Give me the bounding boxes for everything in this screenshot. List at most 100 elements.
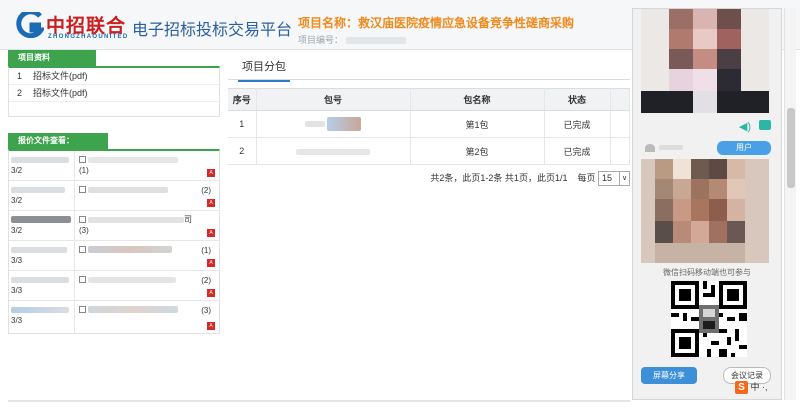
pixel-block xyxy=(655,179,673,199)
packages-table: 序号 包号 包名称 状态 1 第1包 已完成 2 第2包 已完成 xyxy=(228,88,630,165)
pixel-block xyxy=(693,69,717,91)
redacted-value xyxy=(88,306,178,314)
pdf-icon[interactable]: A xyxy=(207,169,215,177)
pixel-block xyxy=(709,159,727,179)
quote-file-cell[interactable]: (2) A xyxy=(75,271,219,300)
row-empty xyxy=(610,110,630,138)
pixel-block xyxy=(717,49,741,69)
quote-file-cell[interactable]: 司 (3) A xyxy=(75,211,219,240)
pixel-block xyxy=(717,29,741,49)
bidder-ratio: 3/3 xyxy=(11,286,23,295)
bidder-cell: 3/3 xyxy=(9,271,75,300)
pdf-icon[interactable]: A xyxy=(207,322,215,330)
redacted-value xyxy=(11,246,67,253)
bidder-ratio: 3/2 xyxy=(11,166,23,175)
pixel-block xyxy=(693,49,717,69)
pixel-block xyxy=(709,221,727,243)
project-docs-list: 1 招标文件(pdf) 2 招标文件(pdf) xyxy=(8,66,220,117)
quote-file-count: (2) xyxy=(201,276,211,285)
table-row[interactable]: 2 第2包 已完成 xyxy=(228,137,630,165)
pixel-block xyxy=(691,199,709,221)
pdf-icon[interactable]: A xyxy=(207,259,215,267)
user-button[interactable]: 用户 xyxy=(717,141,771,155)
qr-code xyxy=(671,281,747,357)
logo-subtext: ZHONGZHAOUNITED xyxy=(48,34,129,40)
project-number: 项目编号： xyxy=(298,33,406,46)
quote-files-table: 3/2 (1) A 3/2 (2) A 3/2 司 (3) A 3/3 (1) … xyxy=(8,149,220,334)
pixel-block xyxy=(691,159,709,179)
pixel-block xyxy=(727,221,745,243)
pixel-block xyxy=(709,199,727,221)
pdf-icon[interactable]: A xyxy=(207,199,215,207)
quote-file-cell[interactable]: (1) A xyxy=(75,241,219,270)
ime-mode: 中 ·, xyxy=(750,382,768,392)
pixel-block xyxy=(669,49,693,69)
pixel-block xyxy=(655,199,673,221)
tab-project-packages[interactable]: 项目分包 xyxy=(238,58,290,82)
doc-list-spacer xyxy=(9,102,219,116)
quote-row: 3/2 司 (3) A xyxy=(9,211,219,241)
pixel-block xyxy=(655,221,673,243)
row-package-name: 第2包 xyxy=(410,137,545,165)
quote-row: 3/3 (1) A xyxy=(9,241,219,271)
column-header: 包名称 xyxy=(410,88,545,111)
row-index: 2 xyxy=(228,137,257,165)
camera-icon[interactable] xyxy=(759,120,771,130)
doc-item-link[interactable]: 招标文件(pdf) xyxy=(33,88,88,98)
pixel-block xyxy=(693,29,717,49)
pixel-block xyxy=(727,179,745,199)
pixel-block xyxy=(669,69,693,91)
doc-item[interactable]: 1 招标文件(pdf) xyxy=(9,68,219,85)
scrollbar[interactable] xyxy=(784,8,796,400)
quote-file-cell[interactable]: (2) A xyxy=(75,181,219,210)
redacted-value xyxy=(88,186,168,193)
user-icon xyxy=(645,144,655,152)
doc-item-link[interactable]: 招标文件(pdf) xyxy=(33,71,88,81)
row-package-no xyxy=(256,137,411,165)
scrollbar-thumb[interactable] xyxy=(787,108,795,188)
pixel-block xyxy=(669,9,693,29)
bidder-cell: 3/3 xyxy=(9,241,75,270)
pixel-block xyxy=(727,199,745,221)
pdf-icon[interactable]: A xyxy=(207,229,215,237)
doc-item-num: 2 xyxy=(17,88,23,98)
quote-file-cell[interactable]: (3) A xyxy=(75,301,219,333)
doc-item[interactable]: 2 招标文件(pdf) xyxy=(9,85,219,102)
speaker-icon[interactable]: ◀) xyxy=(739,120,751,133)
pixel-block xyxy=(727,159,745,179)
quote-row: 3/2 (1) A xyxy=(9,151,219,181)
file-icon xyxy=(79,276,86,284)
scan-hint: 微信扫码移动端也可参与 xyxy=(663,268,751,277)
quote-file-count: (2) xyxy=(201,186,211,195)
redacted-value xyxy=(11,156,69,163)
quote-row: 3/2 (2) A xyxy=(9,181,219,211)
ime-toolbar[interactable]: S 中 ·, xyxy=(735,380,768,394)
per-page-value: 15 xyxy=(602,173,613,184)
quote-row: 3/3 (2) A xyxy=(9,271,219,301)
quote-file-count: (3) xyxy=(79,226,89,235)
video-feed-bottom xyxy=(641,159,769,263)
main-panel: 项目分包 序号 包号 包名称 状态 1 第1包 已完成 2 第2包 已完成 共2… xyxy=(228,50,630,350)
bidder-cell: 3/2 xyxy=(9,181,75,210)
quote-file-cell[interactable]: (1) A xyxy=(75,151,219,180)
redacted-value xyxy=(659,145,683,150)
row-index: 1 xyxy=(228,110,257,138)
quote-file-count: (1) xyxy=(79,166,89,175)
tab-bar: 项目分包 xyxy=(228,50,630,82)
table-row[interactable]: 1 第1包 已完成 xyxy=(228,110,630,138)
doc-item-num: 1 xyxy=(17,71,23,81)
pixel-block xyxy=(655,243,745,263)
bidder-cell: 3/2 xyxy=(9,211,75,240)
pdf-icon[interactable]: A xyxy=(207,289,215,297)
file-icon xyxy=(79,306,86,314)
pixel-block xyxy=(717,69,741,91)
project-name: 项目名称：救汉庙医院疫情应急设备竞争性磋商采购 xyxy=(298,16,575,30)
file-icon xyxy=(79,186,86,194)
screen-share-button[interactable]: 屏幕分享 xyxy=(641,367,697,384)
per-page-select[interactable]: 15 ∨ xyxy=(598,171,630,187)
bidder-cell: 3/2 xyxy=(9,151,75,180)
column-header: 状态 xyxy=(544,88,611,111)
file-icon xyxy=(79,216,86,224)
row-status: 已完成 xyxy=(544,110,611,138)
pixel-block xyxy=(693,91,717,113)
